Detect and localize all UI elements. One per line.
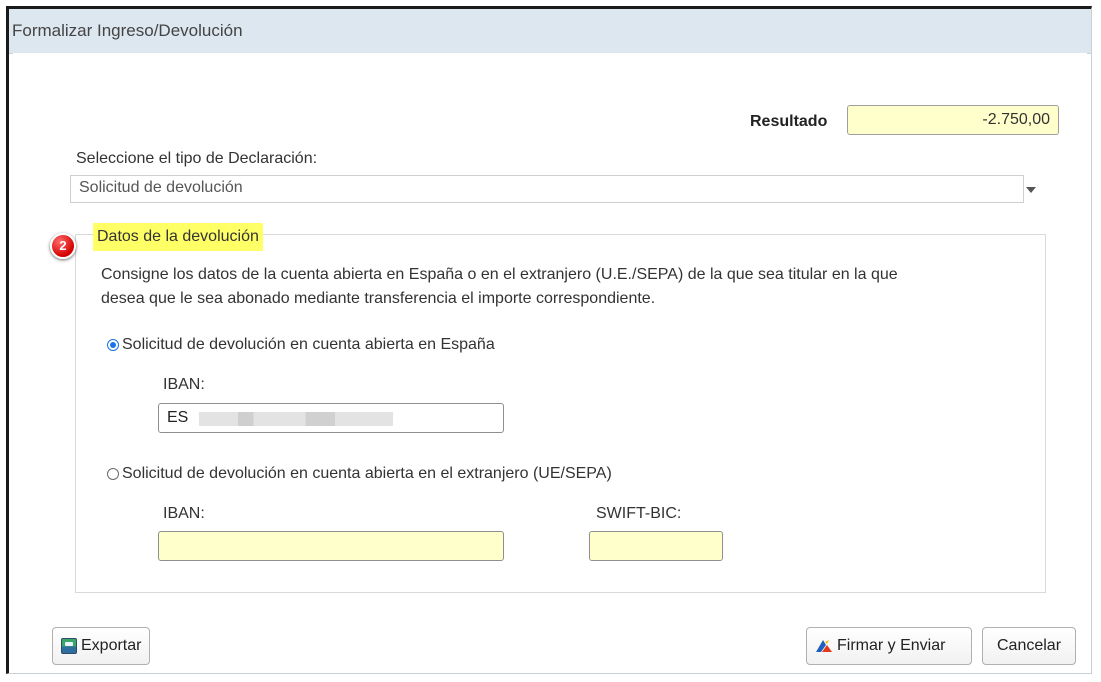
cancel-button[interactable]: Cancelar xyxy=(982,627,1076,665)
swift-bic-input[interactable] xyxy=(589,531,723,561)
window-title: Formalizar Ingreso/Devolución xyxy=(12,21,243,40)
redacted-iban-digits xyxy=(199,412,393,426)
declaration-select[interactable]: Solicitud de devolución xyxy=(70,175,1024,203)
signature-icon xyxy=(816,640,832,652)
abroad-account-label[interactable]: Solicitud de devolución en cuenta abiert… xyxy=(122,465,612,483)
declaration-label: Seleccione el tipo de Declaración: xyxy=(76,150,318,167)
export-icon xyxy=(61,638,77,654)
result-field[interactable] xyxy=(847,105,1059,135)
cancel-button-label: Cancelar xyxy=(996,637,1062,654)
step-badge-icon: 2 xyxy=(50,233,76,259)
chevron-down-icon[interactable] xyxy=(1026,187,1036,193)
sign-and-send-label: Firmar y Enviar xyxy=(837,637,946,654)
refund-description-line1: Consigne los datos de la cuenta abierta … xyxy=(101,266,898,283)
export-button[interactable]: Exportar xyxy=(52,627,151,665)
dialog-content: Resultado Seleccione el tipo de Declarac… xyxy=(13,53,1087,673)
spain-iban-label: IBAN: xyxy=(163,376,205,393)
result-label: Resultado xyxy=(750,113,828,130)
spain-iban-input[interactable]: ES xyxy=(158,403,504,433)
spain-iban-value: ES xyxy=(167,409,189,426)
spain-account-radio[interactable] xyxy=(107,339,119,351)
dialog-window: Formalizar Ingreso/Devolución Resultado … xyxy=(6,6,1092,674)
abroad-account-radio[interactable] xyxy=(107,468,119,480)
sign-and-send-button[interactable]: Firmar y Enviar xyxy=(806,627,972,665)
abroad-iban-input[interactable] xyxy=(158,531,504,561)
spain-account-label[interactable]: Solicitud de devolución en cuenta abiert… xyxy=(122,336,495,354)
refund-description-line2: desea que le sea abonado mediante transf… xyxy=(101,290,656,307)
export-button-label: Exportar xyxy=(81,637,142,654)
swift-bic-label: SWIFT-BIC: xyxy=(596,505,682,522)
title-bar: Formalizar Ingreso/Devolución xyxy=(9,9,1091,54)
refund-legend: Datos de la devolución xyxy=(93,223,263,251)
abroad-iban-label: IBAN: xyxy=(163,505,205,522)
